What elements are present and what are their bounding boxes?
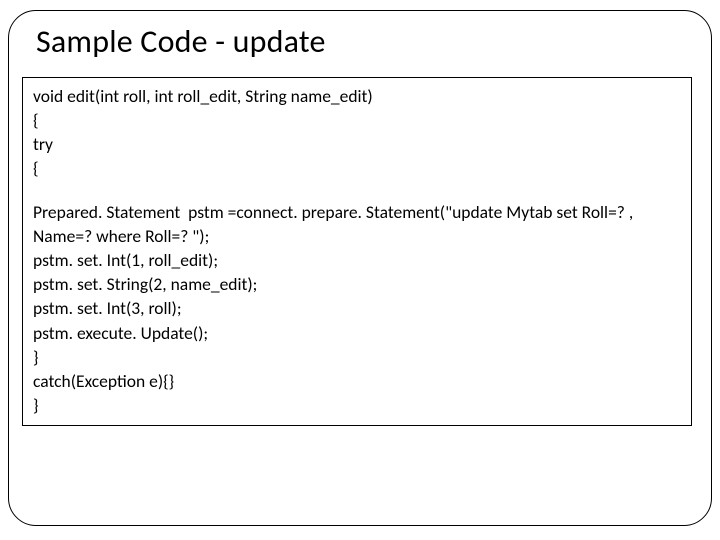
code-line: }	[33, 345, 681, 369]
slide-title: Sample Code - update	[36, 22, 702, 61]
code-line: }	[33, 393, 681, 417]
code-box: void edit(int roll, int roll_edit, Strin…	[22, 77, 692, 426]
code-line: {	[33, 108, 681, 132]
code-line: try	[33, 132, 681, 156]
code-line: catch(Exception e){}	[33, 369, 681, 393]
code-line: {	[33, 156, 681, 180]
code-line: pstm. set. Int(1, roll_edit);	[33, 248, 681, 272]
blank-line	[33, 181, 681, 200]
code-line: pstm. set. Int(3, roll);	[33, 296, 681, 320]
code-line: void edit(int roll, int roll_edit, Strin…	[33, 84, 681, 108]
slide: Sample Code - update void edit(int roll,…	[0, 0, 720, 540]
code-line: pstm. execute. Update();	[33, 321, 681, 345]
code-line: Prepared. Statement pstm =connect. prepa…	[33, 200, 681, 248]
code-line: pstm. set. String(2, name_edit);	[33, 272, 681, 296]
